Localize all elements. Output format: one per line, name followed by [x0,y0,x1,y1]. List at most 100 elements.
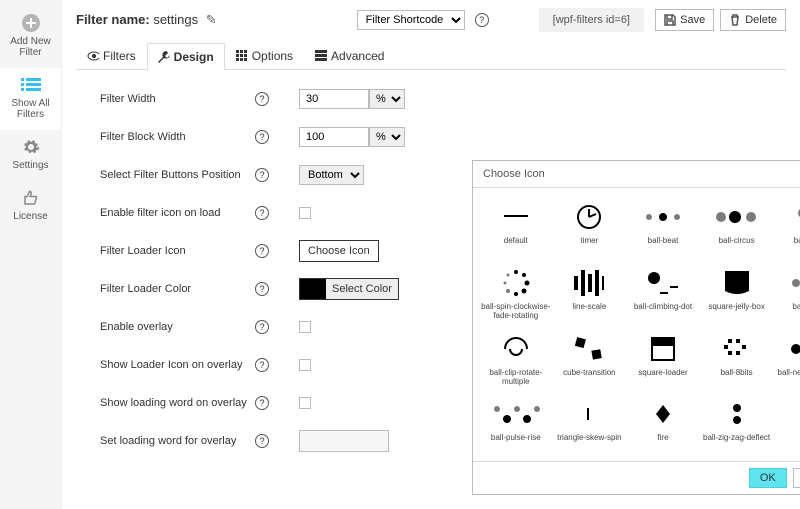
sidebar-item-label: License [2,211,59,222]
help-icon[interactable]: ? [255,396,269,410]
buttons-position-label: Select Filter Buttons Position [100,169,255,182]
enable-icon-checkbox[interactable] [299,207,311,219]
sidebar-item-license[interactable]: License [0,181,61,232]
enable-overlay-checkbox[interactable] [299,321,311,333]
show-word-overlay-checkbox[interactable] [299,397,311,409]
gear-icon [20,136,42,158]
filter-name-label: Filter name: [76,12,150,27]
help-icon[interactable]: ? [255,206,269,220]
icon-option-ball-beat[interactable]: ball-beat [626,198,700,260]
icon-option-ball-clip-rotate[interactable]: ball-clip-rotate-multiple [479,330,553,392]
save-icon [664,14,676,26]
enable-overlay-label: Enable overlay [100,321,255,334]
loader-color-picker[interactable]: Select Color [299,278,399,300]
cancel-button[interactable]: Cancel [793,468,800,488]
icon-option-default[interactable]: default [479,198,553,260]
buttons-position-select[interactable]: Bottom [299,165,364,185]
icon-option-ball-zig-zag[interactable]: ball-zig-zag-deflect [700,395,774,457]
ball-circus-icon [700,198,774,236]
wrench-icon [158,51,170,63]
icon-option-ball-climbing-dot[interactable]: ball-climbing-dot [626,264,700,326]
icon-option-ball-pulse-rise[interactable]: ball-pulse-rise [479,395,553,457]
help-icon[interactable]: ? [475,13,489,27]
icon-option-ball-spin-clockwise[interactable]: ball-spin-clockwise-fade-rotating [479,264,553,326]
stack-icon [315,50,327,62]
sidebar-item-label: Show All Filters [2,98,59,120]
sidebar-item-label: Add New Filter [2,36,59,58]
icon-option-fire[interactable]: fire [626,395,700,457]
ball-climbing-icon [626,264,700,302]
choose-icon-button[interactable]: Choose Icon [299,240,379,262]
modal-title: Choose Icon [483,168,545,180]
list-icon [20,74,42,96]
line-scale-icon [553,264,627,302]
icon-option-triangle-skew-spin[interactable]: triangle-skew-spin [553,395,627,457]
show-icon-overlay-checkbox[interactable] [299,359,311,371]
timer-icon [553,198,627,236]
help-icon[interactable]: ? [255,244,269,258]
filter-name-value: settings [153,12,198,27]
icon-option-line-scale[interactable]: line-scale [553,264,627,326]
ball-beat-icon [626,198,700,236]
ok-button[interactable]: OK [749,468,787,488]
delete-button[interactable]: Delete [720,9,786,31]
help-icon[interactable]: ? [255,434,269,448]
icon-option-ball-8bits[interactable]: ball-8bits [700,330,774,392]
ball-8bits-icon [700,330,774,368]
thumb-icon [20,187,42,209]
icon-option-timer[interactable]: timer [553,198,627,260]
icon-option-ball-circus[interactable]: ball-circus [700,198,774,260]
edit-name-icon[interactable]: ✎ [206,12,217,27]
show-icon-overlay-label: Show Loader Icon on overlay [100,359,255,372]
eye-icon [87,50,99,62]
sidebar-item-settings[interactable]: Settings [0,130,61,181]
header: Filter name: settings ✎ Filter Shortcode… [76,8,786,32]
block-width-input[interactable] [299,127,369,147]
sidebar-item-show-all-filters[interactable]: Show All Filters [0,68,61,130]
help-icon[interactable]: ? [255,130,269,144]
plus-circle-icon [20,12,42,34]
help-icon[interactable]: ? [255,168,269,182]
ball-clip-rotate-icon [479,330,553,368]
grid-icon [236,50,248,62]
default-icon [479,198,553,236]
ball-spin-icon [479,264,553,302]
tab-advanced[interactable]: Advanced [304,42,395,69]
icon-option-square-loader[interactable]: square-loader [626,330,700,392]
icon-option-ball-atom[interactable]: ball-atom [773,198,800,260]
help-icon[interactable]: ? [255,358,269,372]
filter-width-label: Filter Width [100,93,255,106]
set-word-overlay-input[interactable] [299,430,389,452]
tab-options[interactable]: Options [225,42,304,69]
help-icon[interactable]: ? [255,282,269,296]
help-icon[interactable]: ? [255,92,269,106]
shortcode-type-select[interactable]: Filter Shortcode [357,10,465,30]
icon-option-ball-newton-cradle[interactable]: ball-newton-cradle [773,330,800,392]
tab-design[interactable]: Design [147,43,225,70]
icon-option-ball-rotate[interactable]: ball-rotate [773,264,800,326]
ball-zig-zag-icon [700,395,774,433]
square-loader-icon [626,330,700,368]
icon-option-empty [773,395,800,457]
choose-icon-modal: Choose Icon ✕ default timer ball-beat [472,160,800,495]
shortcode-value: [wpf-filters id=6] [539,8,644,32]
sidebar-item-add-new-filter[interactable]: Add New Filter [0,6,61,68]
enable-icon-label: Enable filter icon on load [100,207,255,220]
filter-width-input[interactable] [299,89,369,109]
loader-color-label: Filter Loader Color [100,283,255,296]
select-color-label: Select Color [326,279,398,299]
show-word-overlay-label: Show loading word on overlay [100,397,255,410]
icon-option-square-jelly-box[interactable]: square-jelly-box [700,264,774,326]
filter-width-unit[interactable]: % [369,89,405,109]
filter-name: Filter name: settings ✎ [76,12,217,28]
tab-filters[interactable]: Filters [76,42,147,69]
icon-option-cube-transition[interactable]: cube-transition [553,330,627,392]
square-jelly-icon [700,264,774,302]
loader-icon-label: Filter Loader Icon [100,245,255,258]
save-button[interactable]: Save [655,9,714,31]
modal-footer: OK Cancel [473,461,800,494]
modal-header: Choose Icon ✕ [473,161,800,188]
ball-pulse-rise-icon [479,395,553,433]
block-width-unit[interactable]: % [369,127,405,147]
help-icon[interactable]: ? [255,320,269,334]
